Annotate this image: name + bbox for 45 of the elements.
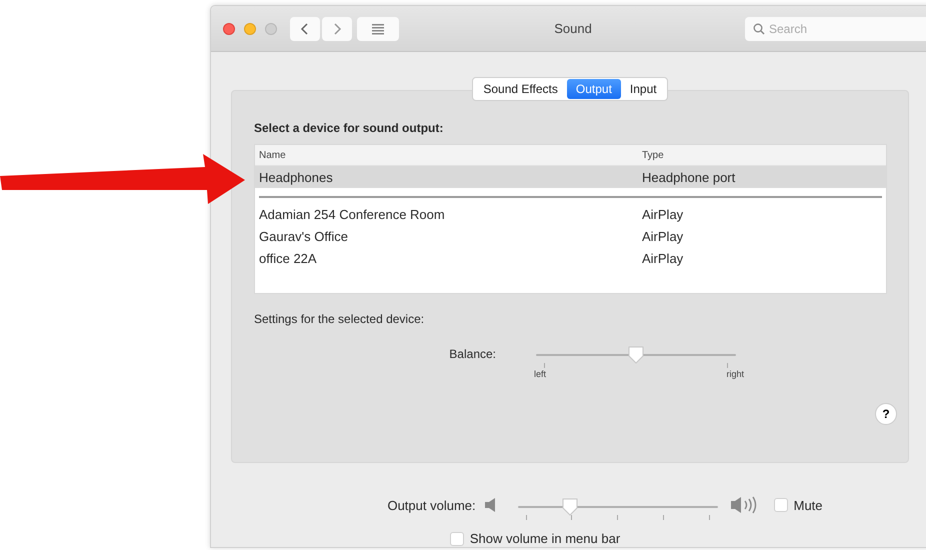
table-cell-text: AirPlay: [641, 206, 684, 222]
device-row[interactable]: Headphones Headphone port: [255, 166, 886, 188]
help-button[interactable]: ?: [875, 403, 897, 425]
forward-button[interactable]: [322, 16, 352, 40]
section-heading: Select a device for sound output:: [254, 121, 444, 135]
search-field[interactable]: Search: [745, 16, 926, 40]
slider-thumb[interactable]: [627, 345, 645, 365]
grid-button[interactable]: [357, 16, 399, 40]
table-cell-text: Headphone port: [641, 170, 736, 184]
device-row[interactable]: office 22A AirPlay: [255, 247, 886, 269]
tab[interactable]: Sound Effects: [474, 79, 567, 99]
list-icon: [370, 22, 386, 34]
device-row[interactable]: Adamian 254 Conference Room AirPlay: [255, 203, 886, 225]
scale-label: left: [534, 369, 546, 379]
chevron-right-icon: [332, 22, 342, 34]
volume-slider[interactable]: [518, 497, 718, 517]
close-icon[interactable]: [223, 22, 235, 34]
table-cell-text: office 22A: [258, 250, 317, 266]
volume-label: Output volume:: [387, 498, 476, 512]
section-label: Settings for the selected device:: [254, 312, 424, 326]
back-button[interactable]: [290, 16, 320, 40]
table-cell-text: AirPlay: [641, 228, 684, 244]
table-cell-text: AirPlay: [641, 250, 684, 266]
table-cell-text: Adamian 254 Conference Room: [258, 206, 445, 222]
zoom-icon[interactable]: [265, 22, 277, 34]
balance-slider[interactable]: [536, 345, 736, 365]
column-header: Name: [258, 150, 286, 160]
device-row[interactable]: Gaurav's Office AirPlay: [255, 225, 886, 247]
tab[interactable]: Input: [620, 79, 666, 99]
scale-label: right: [726, 369, 744, 379]
checkbox[interactable]: [450, 532, 464, 546]
minimize-icon[interactable]: [244, 22, 256, 34]
table-cell-text: Headphones: [258, 170, 333, 184]
chevron-left-icon: [300, 22, 310, 34]
slider-thumb[interactable]: [560, 497, 579, 517]
table-cell-text: Gaurav's Office: [258, 228, 348, 244]
checkbox[interactable]: [774, 498, 788, 512]
tab[interactable]: Output: [566, 79, 621, 99]
balance-label: Balance:: [448, 347, 496, 363]
column-header: Type: [641, 150, 664, 160]
window-title: Sound: [554, 21, 592, 36]
speaker-icon: [484, 497, 498, 513]
checkbox-label: Show volume in menu bar: [470, 531, 620, 546]
mute-label: Mute: [794, 498, 823, 512]
search-icon: [753, 22, 765, 34]
